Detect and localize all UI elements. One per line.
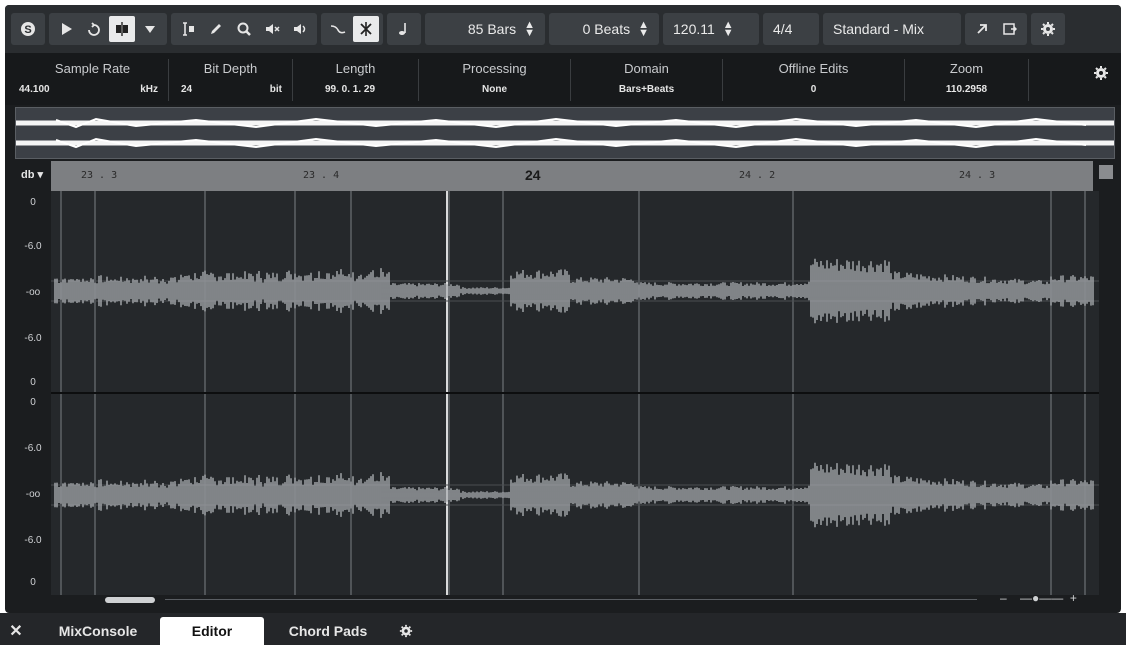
db-tick: 0 [30,197,36,208]
waveform-canvas [51,191,1099,595]
ruler-tick: 24 . 2 [739,170,776,181]
play-icon[interactable] [53,16,79,42]
zoom-slider[interactable]: – —●—— + [1000,591,1077,605]
info-processing[interactable]: Processing None [419,59,571,101]
toolbar: S 85 Bars ▲ ▼ 0 Beats ▲ ▼ 120.11 ▲ ▼ 4/4… [5,5,1121,53]
info-label: Domain [624,61,669,76]
transport-group [49,13,167,45]
info-length[interactable]: Length 99. 0. 1. 29 [293,59,419,101]
window-group [965,13,1027,45]
beats-spin-icon[interactable]: ▲ ▼ [638,20,649,39]
info-value: 99. 0. 1. 29 [325,84,376,95]
signature-value: 4/4 [773,21,793,37]
info-sample-rate[interactable]: Sample Rate 44.100 kHz [17,59,169,101]
split-tool-icon[interactable] [109,16,135,42]
info-label: Sample Rate [54,61,131,76]
warp-icon[interactable] [325,16,351,42]
overview-waveform [16,117,1114,149]
snap-icon[interactable]: S [15,16,41,42]
warp-group [321,13,383,45]
mute-icon[interactable] [259,16,285,42]
settings-group [1031,13,1065,45]
bars-value: 85 Bars [467,21,517,37]
info-bit-depth[interactable]: Bit Depth 24 bit [169,59,293,101]
waveform-display[interactable] [51,191,1099,595]
db-tick: -6.0 [24,333,42,344]
ruler-tick: 24 . 3 [959,170,996,181]
ruler-tick: 23 . 3 [81,170,118,181]
beats-field[interactable]: 0 Beats ▲ ▼ [549,13,659,45]
tab-chord-pads[interactable]: Chord Pads [270,617,386,645]
info-value: None [482,84,507,95]
db-unit-label: db [21,169,35,181]
tempo-value: 120.11 [673,21,715,37]
tools-group [171,13,317,45]
db-tick: 0 [30,397,36,408]
tempo-spin-icon[interactable]: ▲ ▼ [723,20,734,39]
lower-zone-tabs: ✕ MixConsole Editor Chord Pads [0,613,1126,645]
info-domain[interactable]: Domain Bars+Beats [571,59,723,101]
info-label: Zoom [949,61,984,76]
speaker-icon[interactable] [287,16,313,42]
chevron-down-icon[interactable] [137,16,163,42]
db-tick: -6.0 [24,241,42,252]
db-tick: -6.0 [24,443,42,454]
range-tool-icon[interactable] [175,16,201,42]
tabs-gear-icon[interactable] [394,617,418,645]
info-value: 110.2958 [945,84,988,95]
waveform-right-channel [54,462,1094,528]
info-unit: bit [269,84,282,95]
info-offline-edits[interactable]: Offline Edits 0 [723,59,905,101]
scroll-track [165,599,977,600]
preset-value: Standard - Mix [833,21,925,37]
horizontal-scrollbar[interactable] [105,597,155,603]
db-tick: -oo [25,489,41,500]
info-unit: kHz [140,84,158,95]
bars-field[interactable]: 85 Bars ▲ ▼ [425,13,545,45]
info-zoom[interactable]: Zoom 110.2958 [905,59,1029,101]
info-value: 0 [810,84,817,95]
hitpoint-icon[interactable] [353,16,379,42]
db-tick: -6.0 [24,535,42,546]
tempo-field[interactable]: 120.11 ▲ ▼ [663,13,759,45]
export-icon[interactable] [969,16,995,42]
info-gear-icon[interactable] [1093,65,1109,81]
db-tick: 0 [30,577,36,588]
db-unit-selector[interactable]: db ▾ [21,168,43,181]
info-label: Length [335,61,376,76]
preset-field[interactable]: Standard - Mix [823,13,961,45]
window-icon[interactable] [997,16,1023,42]
loop-icon[interactable] [81,16,107,42]
ruler-menu-icon[interactable] [1099,165,1113,179]
pencil-icon[interactable] [203,16,229,42]
ruler-bar: 24 [525,167,541,183]
zoom-icon[interactable] [231,16,257,42]
bars-spin-icon[interactable]: ▲ ▼ [524,20,535,39]
metronome-icon[interactable] [391,16,417,42]
gear-icon[interactable] [1035,16,1061,42]
tab-mixconsole[interactable]: MixConsole [40,617,156,645]
beats-value: 0 Beats [582,21,631,37]
info-value: 24 [181,84,193,95]
ruler[interactable]: 23 . 3 23 . 4 24 24 . 2 24 . 3 [51,161,1093,191]
svg-text:S: S [24,24,31,36]
metronome-group [387,13,421,45]
ruler-tick: 23 . 4 [303,170,340,181]
waveform-left-channel [54,258,1094,324]
db-scale: 0 -6.0 -oo -6.0 0 0 -6.0 -oo -6.0 0 [15,191,51,595]
info-label: Offline Edits [778,61,849,76]
db-tick: -oo [25,287,41,298]
info-value: 44.100 [19,84,50,95]
overview-line[interactable] [15,107,1115,159]
info-label: Bit Depth [203,61,258,76]
info-value: Bars+Beats [618,84,675,95]
info-line: Sample Rate 44.100 kHz Bit Depth 24 bit … [5,53,1121,105]
tab-editor[interactable]: Editor [160,617,264,645]
close-icon[interactable]: ✕ [6,617,26,645]
info-label: Processing [462,61,527,76]
signature-field[interactable]: 4/4 [763,13,819,45]
snap-group: S [11,13,45,45]
sample-editor-window: S 85 Bars ▲ ▼ 0 Beats ▲ ▼ 120.11 ▲ ▼ 4/4… [5,5,1121,613]
db-tick: 0 [30,377,36,388]
